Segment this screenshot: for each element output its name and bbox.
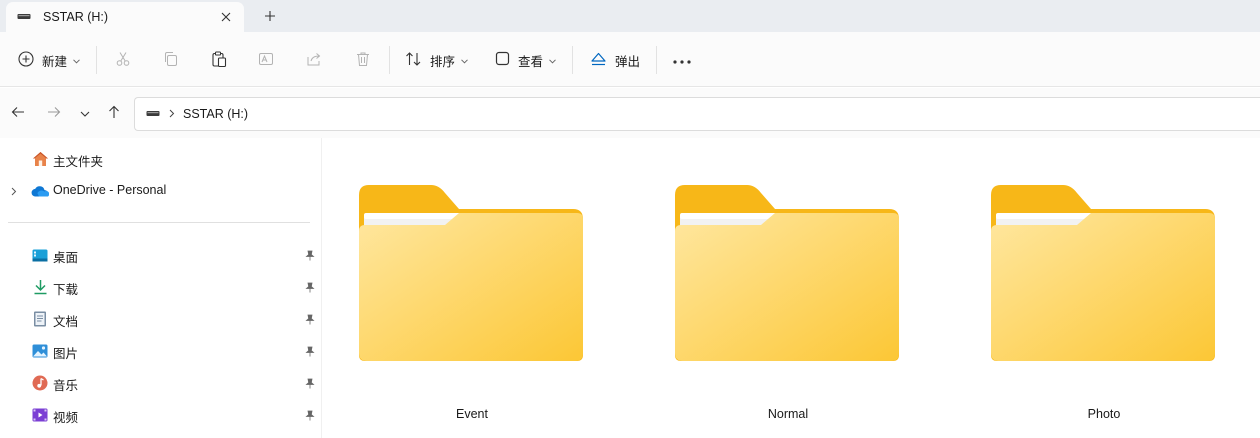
address-row: SSTAR (H:): [0, 88, 1260, 138]
copy-icon: [163, 51, 179, 70]
rename-button[interactable]: [258, 46, 274, 74]
pin-icon[interactable]: [303, 248, 317, 262]
eject-button[interactable]: 弹出: [590, 46, 640, 74]
breadcrumb-drive[interactable]: SSTAR (H:): [183, 107, 248, 121]
folder-item-photo[interactable]: Photo: [991, 183, 1221, 433]
view-label: 查看: [518, 54, 544, 69]
chevron-right-icon[interactable]: [169, 107, 175, 121]
new-icon: [18, 50, 34, 70]
separator: [96, 46, 97, 74]
folder-icon: [991, 185, 1215, 361]
view-button[interactable]: 查看: [495, 46, 556, 74]
folder-name: Photo: [1087, 407, 1121, 421]
sidebar-item-documents[interactable]: 文档: [0, 305, 320, 333]
close-icon[interactable]: [218, 9, 234, 25]
tab-sstar[interactable]: SSTAR (H:): [6, 2, 244, 32]
drive-icon: [146, 107, 160, 121]
eject-label: 弹出: [615, 54, 641, 69]
cut-icon: [115, 51, 131, 70]
pin-icon[interactable]: [303, 280, 317, 294]
sidebar-divider: [8, 222, 310, 223]
recent-locations-button[interactable]: [77, 105, 93, 121]
eject-icon: [590, 51, 607, 70]
sidebar-item-label: 文档: [53, 315, 79, 329]
folder-name: Event: [456, 407, 488, 421]
pictures-icon: [31, 342, 49, 360]
view-icon: [495, 51, 510, 69]
title-bar: SSTAR (H:): [0, 0, 1260, 32]
sidebar-item-label: 桌面: [53, 251, 79, 265]
sort-label: 排序: [430, 54, 456, 69]
more-icon: [673, 53, 691, 67]
sort-icon: [405, 51, 422, 70]
folder-item-normal[interactable]: Normal: [675, 183, 905, 433]
delete-icon: [355, 51, 371, 70]
rename-icon: [258, 51, 274, 70]
music-icon: [31, 374, 49, 392]
share-button[interactable]: [306, 46, 322, 74]
sort-button[interactable]: 排序: [405, 46, 468, 74]
command-bar: 新建 排序 查看 弹出: [0, 32, 1260, 87]
chevron-down-icon: [80, 106, 90, 120]
copy-button[interactable]: [163, 46, 179, 74]
download-icon: [31, 278, 49, 296]
pin-icon[interactable]: [303, 376, 317, 390]
address-bar[interactable]: SSTAR (H:): [134, 97, 1260, 131]
sidebar-item-label: 音乐: [53, 379, 79, 393]
sidebar-item-label: OneDrive - Personal: [53, 183, 167, 197]
chevron-down-icon: [549, 53, 556, 67]
desktop-icon: [31, 246, 49, 264]
paste-button[interactable]: [211, 46, 227, 74]
sidebar-item-label: 主文件夹: [53, 155, 104, 169]
folder-icon: [675, 185, 899, 361]
sidebar-item-music[interactable]: 音乐: [0, 369, 320, 397]
arrow-right-icon: [47, 106, 61, 121]
pin-icon[interactable]: [303, 312, 317, 326]
folder-item-event[interactable]: Event: [359, 183, 589, 433]
arrow-up-icon: [108, 105, 120, 122]
folder-name: Normal: [767, 407, 809, 421]
separator: [572, 46, 573, 74]
tab-title: SSTAR (H:): [43, 10, 109, 24]
new-button[interactable]: 新建: [18, 46, 80, 74]
sidebar-item-label: 视频: [53, 411, 79, 425]
back-button[interactable]: [10, 105, 26, 121]
sidebar-item-onedrive[interactable]: OneDrive - Personal: [0, 177, 320, 205]
plus-icon[interactable]: [259, 6, 281, 26]
sidebar-item-pictures[interactable]: 图片: [0, 337, 320, 365]
file-list: Event Normal Photo: [321, 138, 1260, 438]
sidebar-item-videos[interactable]: 视频: [0, 401, 320, 429]
document-icon: [31, 310, 49, 328]
separator: [656, 46, 657, 74]
share-icon: [306, 51, 322, 70]
onedrive-cloud-icon: [31, 182, 49, 200]
sidebar-item-label: 下载: [53, 283, 79, 297]
forward-button[interactable]: [46, 105, 62, 121]
videos-icon: [31, 406, 49, 424]
cut-button[interactable]: [115, 46, 131, 74]
navigation-pane: 主文件夹 OneDrive - Personal 桌面 下载 文档 图片 音乐 …: [0, 138, 320, 438]
new-label: 新建: [42, 54, 68, 69]
sidebar-item-label: 图片: [53, 347, 79, 361]
pin-icon[interactable]: [303, 344, 317, 358]
pin-icon[interactable]: [303, 408, 317, 422]
up-button[interactable]: [106, 105, 122, 121]
paste-icon: [211, 51, 227, 70]
sidebar-item-desktop[interactable]: 桌面: [0, 241, 320, 269]
chevron-down-icon: [461, 53, 468, 67]
chevron-right-icon[interactable]: [8, 184, 20, 198]
folder-icon: [359, 185, 583, 361]
separator: [389, 46, 390, 74]
chevron-down-icon: [73, 53, 80, 67]
home-icon: [31, 150, 49, 168]
sidebar-item-home[interactable]: 主文件夹: [0, 145, 320, 173]
delete-button[interactable]: [355, 46, 371, 74]
more-button[interactable]: [673, 46, 691, 74]
sidebar-item-downloads[interactable]: 下载: [0, 273, 320, 301]
drive-icon: [17, 10, 31, 24]
arrow-left-icon: [11, 106, 25, 121]
